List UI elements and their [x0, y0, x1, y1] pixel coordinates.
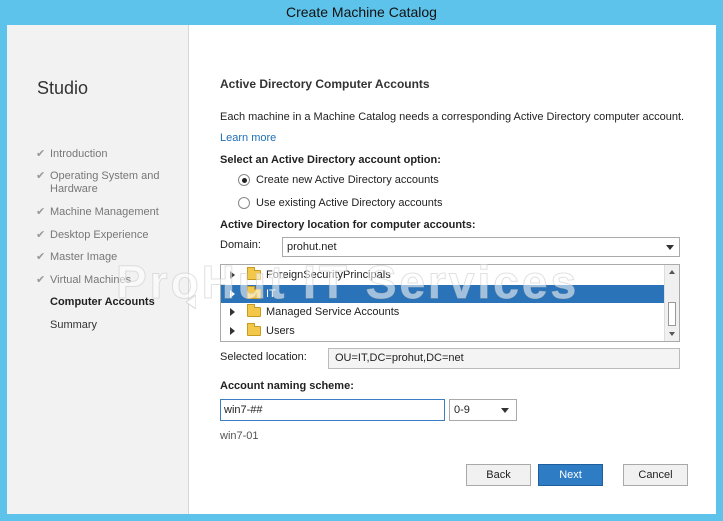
tree-item-label: Users [266, 325, 295, 337]
tree-item-label: Managed Service Accounts [266, 306, 400, 318]
folder-icon [247, 286, 261, 299]
tree-scrollbar[interactable] [664, 265, 679, 341]
naming-scheme-input[interactable]: win7-## [220, 399, 445, 421]
create-new-label: Create new Active Directory accounts [256, 174, 439, 186]
checkmark-icon: ✔ [36, 229, 46, 241]
use-existing-accounts-option[interactable]: Use existing Active Directory accounts [238, 197, 442, 209]
ad-location-label: Active Directory location for computer a… [220, 219, 476, 231]
step-machine-management: ✔ Machine Management [36, 206, 159, 219]
domain-value: prohut.net [287, 241, 337, 253]
step-operating-system: ✔ Operating System and Hardware [36, 170, 160, 196]
folder-icon [247, 267, 261, 280]
domain-label: Domain: [220, 239, 261, 251]
chevron-down-icon [501, 408, 509, 413]
create-new-accounts-option[interactable]: Create new Active Directory accounts [238, 174, 439, 186]
cancel-button[interactable]: Cancel [623, 464, 688, 486]
create-new-radio[interactable] [238, 174, 250, 186]
selected-location-label: Selected location: [220, 351, 307, 363]
expand-arrow-icon[interactable] [230, 308, 235, 316]
chevron-down-icon [666, 245, 674, 250]
checkmark-icon: ✔ [36, 148, 46, 160]
step-label: Master Image [50, 251, 118, 263]
step-label: Computer Accounts [50, 296, 155, 308]
step-label: Operating System and [50, 170, 160, 182]
step-master-image: ✔ Master Image [36, 251, 118, 264]
selected-location-field: OU=IT,DC=prohut,DC=net [328, 348, 680, 369]
checkmark-icon: ✔ [36, 251, 46, 263]
step-computer-accounts: Computer Accounts [50, 296, 155, 309]
domain-select[interactable]: prohut.net [282, 237, 680, 257]
step-label: Introduction [50, 148, 108, 160]
back-button[interactable]: Back [466, 464, 531, 486]
expand-arrow-icon[interactable] [230, 327, 235, 335]
expand-arrow-icon[interactable] [230, 271, 235, 279]
tree-item-managed-service-accounts[interactable]: Managed Service Accounts [221, 303, 664, 321]
create-machine-catalog-window: Create Machine Catalog Studio ✔ Introduc… [0, 0, 723, 521]
step-label: Virtual Machines [50, 274, 132, 286]
wizard-content: Active Directory Computer Accounts Each … [220, 25, 690, 514]
step-summary: Summary [50, 319, 97, 332]
folder-icon [247, 304, 261, 317]
current-step-pointer-icon [186, 295, 196, 309]
page-description: Each machine in a Machine Catalog needs … [220, 111, 685, 123]
sidebar-title: Studio [37, 78, 89, 98]
checkmark-icon: ✔ [36, 274, 46, 286]
naming-type-select[interactable]: 0-9 [449, 399, 517, 421]
folder-icon [247, 323, 261, 336]
use-existing-radio[interactable] [238, 197, 250, 209]
tree-item-it[interactable]: IT [221, 285, 664, 303]
use-existing-label: Use existing Active Directory accounts [256, 197, 443, 209]
naming-type-value: 0-9 [454, 404, 470, 416]
page-heading: Active Directory Computer Accounts [220, 77, 430, 91]
ou-tree[interactable]: ForeignSecurityPrincipals IT Managed Ser… [220, 264, 680, 342]
step-introduction: ✔ Introduction [36, 148, 108, 161]
scroll-up-icon[interactable] [669, 270, 675, 274]
window-title: Create Machine Catalog [286, 4, 437, 20]
expand-arrow-icon[interactable] [230, 290, 235, 298]
step-label: Summary [50, 319, 98, 331]
step-desktop-experience: ✔ Desktop Experience [36, 229, 149, 242]
tree-item-label: IT [266, 288, 276, 300]
naming-scheme-label: Account naming scheme: [220, 380, 354, 392]
step-virtual-machines: ✔ Virtual Machines [36, 274, 132, 287]
tree-item-foreignsecurityprincipals[interactable]: ForeignSecurityPrincipals [221, 266, 664, 284]
checkmark-icon: ✔ [36, 170, 46, 182]
step-label: Machine Management [50, 206, 159, 218]
next-button[interactable]: Next [538, 464, 603, 486]
step-label-line2: Hardware [50, 183, 98, 195]
learn-more-link[interactable]: Learn more [220, 132, 276, 144]
wizard-sidebar: Studio ✔ Introduction ✔ Operating System… [7, 25, 189, 514]
tree-item-users[interactable]: Users [221, 322, 664, 340]
wizard-client-area: Studio ✔ Introduction ✔ Operating System… [7, 25, 716, 514]
tree-item-label: ForeignSecurityPrincipals [266, 269, 391, 281]
naming-preview: win7-01 [220, 430, 259, 442]
scroll-thumb[interactable] [668, 302, 676, 326]
checkmark-icon: ✔ [36, 206, 46, 218]
account-option-label: Select an Active Directory account optio… [220, 154, 441, 166]
step-label: Desktop Experience [50, 229, 149, 241]
scroll-down-icon[interactable] [669, 332, 675, 336]
